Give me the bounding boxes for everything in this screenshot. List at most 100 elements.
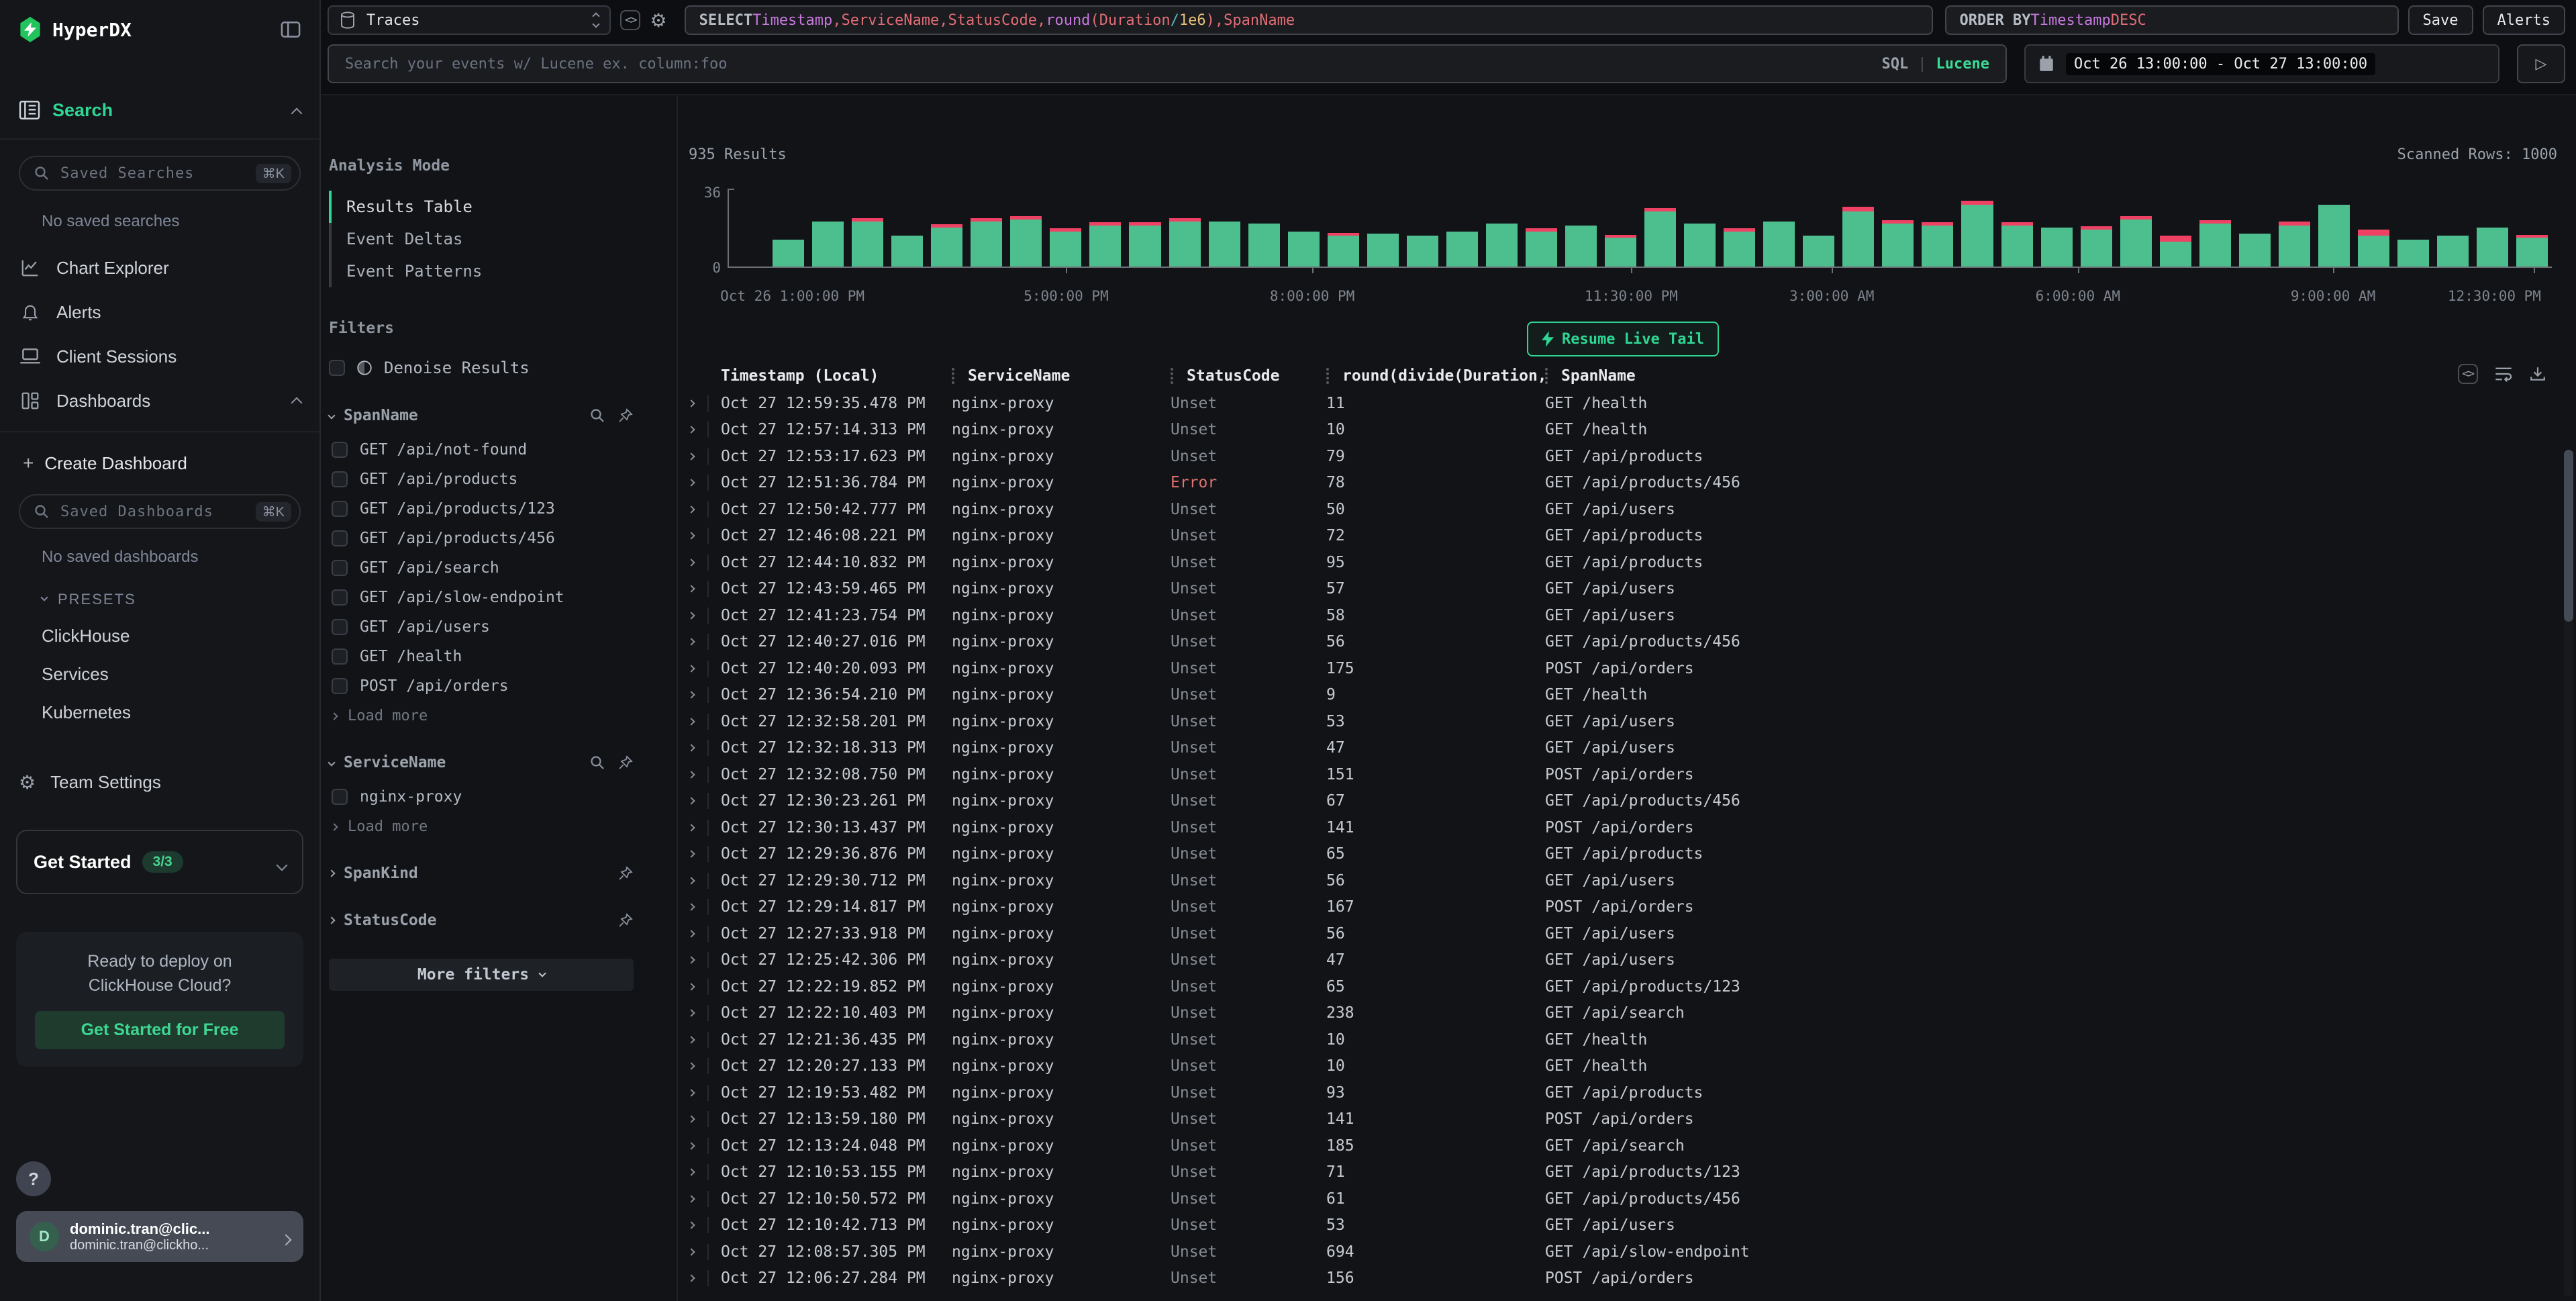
column-header-statuscode[interactable]: StatusCode: [1171, 367, 1326, 385]
row-expand-cell[interactable]: [689, 496, 721, 523]
resume-live-tail-button[interactable]: Resume Live Tail: [1527, 322, 1719, 356]
histogram-bar[interactable]: [2279, 226, 2310, 267]
table-row[interactable]: Oct 27 12:59:35.478 PMnginx-proxyUnset11…: [689, 390, 2557, 417]
histogram-bar[interactable]: [2397, 240, 2429, 267]
histogram-slot[interactable]: [1324, 193, 1363, 267]
histogram-bar[interactable]: [2199, 224, 2231, 267]
chevron-right-icon[interactable]: [689, 930, 695, 937]
row-expand-cell[interactable]: [689, 920, 721, 947]
histogram-slot[interactable]: [1522, 193, 1561, 267]
alerts-button[interactable]: Alerts: [2483, 5, 2565, 35]
row-expand-cell[interactable]: [689, 443, 721, 470]
row-expand-cell[interactable]: [689, 1026, 721, 1053]
filter-checkbox[interactable]: [332, 789, 348, 805]
histogram-bar[interactable]: [1763, 222, 1795, 267]
histogram-bar[interactable]: [1288, 232, 1320, 267]
histogram-slot[interactable]: [2393, 193, 2433, 267]
histogram-bar[interactable]: [971, 222, 1002, 267]
histogram-bar[interactable]: [1882, 224, 1914, 267]
histogram-slot[interactable]: [2077, 193, 2116, 267]
chevron-right-icon[interactable]: [689, 771, 695, 778]
histogram-bar[interactable]: [1328, 236, 1359, 267]
chevron-right-icon[interactable]: [689, 1010, 695, 1017]
row-expand-cell[interactable]: [689, 629, 721, 656]
column-header-servicename[interactable]: ServiceName: [952, 367, 1171, 385]
table-row[interactable]: Oct 27 12:57:14.313 PMnginx-proxyUnset10…: [689, 417, 2557, 444]
histogram-bar[interactable]: [2041, 228, 2073, 267]
date-range-picker[interactable]: Oct 26 13:00:00 - Oct 27 13:00:00: [2024, 44, 2499, 83]
chevron-right-icon[interactable]: [689, 1195, 695, 1202]
analysis-mode-results-table[interactable]: Results Table: [329, 191, 634, 223]
histogram-bar[interactable]: [1684, 224, 1716, 267]
table-row[interactable]: Oct 27 12:06:27.284 PMnginx-proxyUnset15…: [689, 1265, 2557, 1292]
row-expand-cell[interactable]: [689, 973, 721, 1000]
table-row[interactable]: Oct 27 12:20:27.133 PMnginx-proxyUnset10…: [689, 1053, 2557, 1080]
histogram-bar[interactable]: [1248, 224, 1280, 267]
chevron-right-icon[interactable]: [689, 1116, 695, 1123]
histogram-slot[interactable]: [1680, 193, 1720, 267]
lucene-mode-button[interactable]: Lucene: [1936, 56, 1989, 73]
histogram-plot[interactable]: [729, 193, 2552, 268]
row-expand-cell[interactable]: [689, 1265, 721, 1292]
filter-checkbox[interactable]: [332, 560, 348, 576]
table-row[interactable]: Oct 27 12:32:08.750 PMnginx-proxyUnset15…: [689, 761, 2557, 788]
chevron-right-icon[interactable]: [689, 479, 695, 487]
download-icon[interactable]: [2529, 365, 2546, 383]
chevron-right-icon[interactable]: [689, 851, 695, 858]
search-icon[interactable]: [589, 407, 605, 424]
filter-item[interactable]: GET /api/products/123: [329, 494, 634, 524]
row-expand-cell[interactable]: [689, 470, 721, 497]
histogram-bar[interactable]: [1565, 226, 1597, 267]
filter-item[interactable]: GET /api/not-found: [329, 435, 634, 465]
histogram-slot[interactable]: [2314, 193, 2354, 267]
chevron-right-icon[interactable]: [689, 532, 695, 540]
row-expand-cell[interactable]: [689, 788, 721, 815]
table-row[interactable]: Oct 27 12:22:10.403 PMnginx-proxyUnset23…: [689, 1000, 2557, 1027]
histogram-slot[interactable]: [967, 193, 1006, 267]
table-row[interactable]: Oct 27 12:25:42.306 PMnginx-proxyUnset47…: [689, 947, 2557, 974]
column-resize-handle[interactable]: [1326, 368, 1329, 384]
row-expand-cell[interactable]: [689, 1053, 721, 1080]
event-search-box[interactable]: SQL | Lucene: [328, 44, 2007, 83]
order-by-input[interactable]: ORDER BY Timestamp DESC: [1945, 5, 2399, 35]
histogram-bar[interactable]: [2318, 205, 2350, 267]
chevron-right-icon[interactable]: [689, 1248, 695, 1255]
table-row[interactable]: Oct 27 12:19:53.482 PMnginx-proxyUnset93…: [689, 1079, 2557, 1106]
row-expand-cell[interactable]: [689, 682, 721, 709]
analysis-mode-event-deltas[interactable]: Event Deltas: [329, 223, 634, 255]
row-expand-cell[interactable]: [689, 576, 721, 603]
chevron-right-icon[interactable]: [689, 718, 695, 725]
filter-group-header[interactable]: StatusCode: [329, 912, 634, 929]
histogram-bar[interactable]: [1961, 205, 1993, 267]
histogram-bar[interactable]: [1605, 238, 1636, 267]
sidebar-item-services[interactable]: Services: [0, 664, 319, 685]
view-source-button[interactable]: <>: [2458, 364, 2478, 384]
histogram-bar[interactable]: [2160, 242, 2191, 267]
sidebar-item-client-sessions[interactable]: Client Sessions: [0, 334, 319, 379]
filter-item[interactable]: GET /api/search: [329, 553, 634, 583]
wrap-lines-button[interactable]: [2494, 366, 2513, 382]
filter-checkbox[interactable]: [332, 648, 348, 665]
saved-dashboards-input[interactable]: Saved Dashboards ⌘K: [19, 494, 301, 529]
histogram-slot[interactable]: [1799, 193, 1838, 267]
row-expand-cell[interactable]: [689, 655, 721, 682]
column-resize-handle[interactable]: [1171, 368, 1173, 384]
sidebar-item-alerts[interactable]: Alerts: [0, 290, 319, 334]
histogram-slot[interactable]: [1918, 193, 1957, 267]
filter-checkbox[interactable]: [332, 589, 348, 606]
table-row[interactable]: Oct 27 12:40:20.093 PMnginx-proxyUnset17…: [689, 655, 2557, 682]
table-row[interactable]: Oct 27 12:29:14.817 PMnginx-proxyUnset16…: [689, 894, 2557, 921]
row-expand-cell[interactable]: [689, 417, 721, 444]
table-row[interactable]: Oct 27 12:36:54.210 PMnginx-proxyUnset9G…: [689, 682, 2557, 709]
select-clause-input[interactable]: SELECT Timestamp,ServiceName,StatusCode,…: [685, 5, 1933, 35]
table-row[interactable]: Oct 27 12:46:08.221 PMnginx-proxyUnset72…: [689, 523, 2557, 550]
histogram-bar[interactable]: [1842, 211, 1874, 267]
histogram-slot[interactable]: [1997, 193, 2037, 267]
sidebar-item-chart-explorer[interactable]: Chart Explorer: [0, 246, 319, 290]
chevron-right-icon[interactable]: [689, 824, 695, 831]
histogram-error-bar[interactable]: [2358, 230, 2389, 236]
table-row[interactable]: Oct 27 12:13:59.180 PMnginx-proxyUnset14…: [689, 1106, 2557, 1133]
row-expand-cell[interactable]: [689, 549, 721, 576]
row-expand-cell[interactable]: [689, 735, 721, 762]
chevron-right-icon[interactable]: [689, 744, 695, 752]
